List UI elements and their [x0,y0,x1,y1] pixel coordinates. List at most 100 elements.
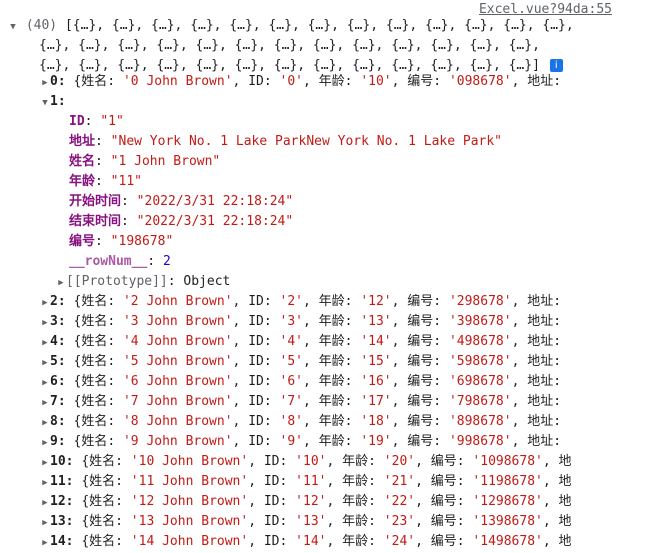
row-id: '12' [295,494,327,509]
row-id: '9' [279,434,303,449]
row-comma: , [391,414,408,429]
row-comma: , [326,454,343,469]
expand-arrow-icon[interactable]: ▶ [40,393,50,413]
object-row[interactable]: ▶ 14: {姓名: '14 John Brown', ID: '14', 年龄:… [40,532,654,552]
row-open: { [81,514,90,529]
row-comma: , [542,534,559,549]
row-comma: , [248,454,264,469]
array-summary-line-1[interactable]: ▼ (40) [{…}, {…}, {…}, {…}, {…}, {…}, {…… [8,16,654,36]
prototype-row[interactable]: ▶ [[Prototype]]: Object [56,272,654,292]
info-icon[interactable]: i [549,59,563,72]
row-age: '18' [360,414,392,429]
row-id-key: ID: [263,454,296,469]
row-index: 6: [50,374,66,389]
row-id-key: ID: [263,474,296,489]
row-code-key: 编号: [407,394,449,409]
object-row[interactable]: ▶ 8: {姓名: '8 John Brown', ID: '8', 年龄: '1… [40,412,654,432]
row-comma: , [232,74,249,89]
object-row[interactable]: ▶ 4: {姓名: '4 John Brown', ID: '4', 年龄: '1… [40,332,654,352]
row-code: '798678' [448,394,512,409]
row-code: '698678' [448,374,512,389]
row-age: '21' [383,474,416,489]
row-name: '2 John Brown' [122,294,233,309]
row-tail: 地址: [527,314,562,329]
object-row-0[interactable]: ▶ 0: {姓名: '0 John Brown', ID: '0', 年龄: '1… [40,72,654,92]
field-key: 开始时间 [69,194,122,209]
row-comma: , [511,414,528,429]
row-tail: 地 [558,454,572,469]
row-code-key: 编号: [407,74,449,89]
row-name-key: 姓名: [89,494,131,509]
row-id: '0' [279,74,303,89]
object-row[interactable]: ▶ 13: {姓名: '13 John Brown', ID: '13', 年龄:… [40,512,654,532]
row-tail: 地址: [527,394,562,409]
row-name: '14 John Brown' [130,534,249,549]
expand-arrow-icon[interactable]: ▶ [40,73,50,93]
row-index: 11: [50,474,74,489]
expand-arrow-icon[interactable]: ▶ [40,513,50,533]
row-name-key: 姓名: [81,294,123,309]
row-comma: , [542,494,559,509]
object-row[interactable]: ▶ 12: {姓名: '12 John Brown', ID: '12', 年龄:… [40,492,654,512]
expand-arrow-icon[interactable]: ▶ [40,493,50,513]
row-age-key: 年龄: [318,394,361,409]
row-tail: 地址: [527,74,562,89]
object-row[interactable]: ▶ 3: {姓名: '3 John Brown', ID: '3', 年龄: '1… [40,312,654,332]
expand-arrow-icon[interactable]: ▶ [40,473,50,493]
row-age: '14' [360,334,392,349]
object-row[interactable]: ▶ 5: {姓名: '5 John Brown', ID: '5', 年龄: '1… [40,352,654,372]
row-comma: , [303,394,319,409]
object-row[interactable]: ▶ 10: {姓名: '10 John Brown', ID: '10', 年龄:… [40,452,654,472]
row-code: '098678' [448,74,512,89]
expand-arrow-icon[interactable]: ▶ [40,313,50,333]
row-name-key: 姓名: [81,394,123,409]
object-row[interactable]: ▶ 11: {姓名: '11 John Brown', ID: '11', 年龄:… [40,472,654,492]
expand-arrow-icon[interactable]: ▶ [40,333,50,353]
row-comma: , [511,294,528,309]
row-index: 7: [50,394,66,409]
row-comma: , [232,354,249,369]
expand-arrow-icon[interactable]: ▶ [56,273,66,293]
row-index: 13: [50,514,74,529]
expand-arrow-icon[interactable]: ▶ [40,373,50,393]
expand-arrow-icon[interactable]: ▶ [40,293,50,313]
row-name: '7 John Brown' [122,394,233,409]
row-tail: 地址: [527,334,562,349]
row-comma: , [232,314,249,329]
expand-arrow-icon[interactable]: ▶ [40,533,50,553]
row-comma: , [391,74,408,89]
expanded-field: 开始时间: "2022/3/31 22:18:24" [69,194,294,209]
row-comma: , [391,334,408,349]
row-name-key: 姓名: [81,414,123,429]
row-id-key: ID: [248,414,280,429]
prototype-value: Object [183,274,231,289]
collapse-arrow-icon[interactable]: ▼ [40,93,50,113]
expanded-field: 编号: "198678" [69,234,174,249]
row-tail: 地址: [527,434,562,449]
object-row[interactable]: ▶ 7: {姓名: '7 John Brown', ID: '7', 年龄: '1… [40,392,654,412]
expand-arrow-icon[interactable]: ▶ [40,413,50,433]
row-comma: , [391,374,408,389]
expand-arrow-icon[interactable]: ▶ [40,353,50,373]
row-name: '13 John Brown' [130,514,249,529]
object-row[interactable]: ▶ 2: {姓名: '2 John Brown', ID: '2', 年龄: '1… [40,292,654,312]
row-age-key: 年龄: [318,414,361,429]
row-age: '22' [383,494,416,509]
field-value: "1" [100,114,124,129]
row-code: '1398678' [472,514,543,529]
row-name-key: 姓名: [89,454,131,469]
expand-arrow-icon[interactable]: ▶ [40,433,50,453]
row-id: '8' [279,414,303,429]
row-comma: , [248,474,264,489]
row-age: '23' [383,514,416,529]
object-row[interactable]: ▶ 6: {姓名: '6 John Brown', ID: '6', 年龄: '1… [40,372,654,392]
expand-arrow-icon[interactable]: ▶ [40,453,50,473]
row-comma: , [326,534,343,549]
collapse-arrow-icon[interactable]: ▼ [8,17,18,37]
object-row[interactable]: ▶ 9: {姓名: '9 John Brown', ID: '9', 年龄: '1… [40,432,654,452]
row-code-key: 编号: [407,294,449,309]
field-key: 结束时间 [69,214,122,229]
row-code: '1298678' [472,494,543,509]
object-row-1[interactable]: ▼ 1: [40,92,654,112]
row-tail: 地 [558,514,572,529]
